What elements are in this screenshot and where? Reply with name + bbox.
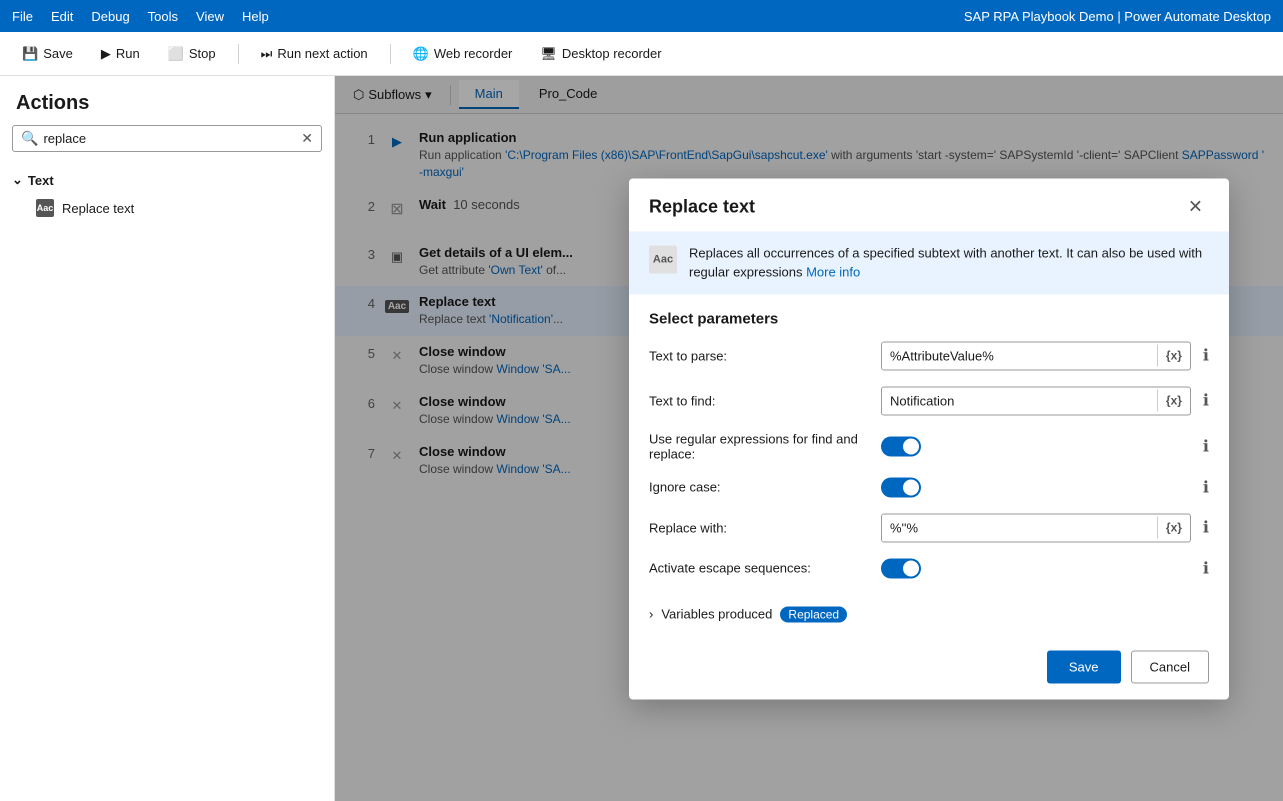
dialog-header: Replace text ✕ [629,178,1229,231]
text-to-find-input[interactable] [882,387,1157,414]
replace-with-info-icon[interactable]: ℹ [1203,518,1209,538]
menu-file[interactable]: File [12,9,33,24]
replace-with-input[interactable] [882,514,1157,541]
ignore-case-toggle[interactable] [881,477,921,497]
variables-chevron-icon: › [649,607,653,622]
menu-tools[interactable]: Tools [148,9,178,24]
run-button[interactable]: ▶ Run [91,41,150,67]
escape-toggle[interactable] [881,558,921,578]
desktop-recorder-button[interactable]: 🖥 Desktop recorder [530,41,671,67]
param-row-escape: Activate escape sequences: ℹ [649,558,1209,578]
save-icon: 💾 [22,46,38,62]
stop-button[interactable]: ⬜ Stop [158,41,226,67]
use-regex-label: Use regular expressions for find and rep… [649,431,869,461]
replace-with-label: Replace with: [649,520,869,535]
replace-with-input-wrap[interactable]: {x} [881,513,1191,542]
text-to-parse-variable-btn[interactable]: {x} [1157,345,1190,367]
section-label: Text [28,173,54,188]
sidebar: Actions 🔍 ✕ ⌄ Text Aac Replace text [0,76,335,801]
clear-search-icon[interactable]: ✕ [301,130,313,147]
search-icon: 🔍 [21,130,38,147]
replace-text-icon: Aac [36,199,54,217]
text-to-find-info-icon[interactable]: ℹ [1203,391,1209,411]
variables-section: › Variables produced Replaced [629,594,1229,634]
toolbar-separator-2 [390,44,391,64]
escape-label: Activate escape sequences: [649,561,869,576]
search-input[interactable] [43,131,301,146]
content-area: ⬡ Subflows ▾ Main Pro_Code 1 ▶ Run appli… [335,76,1283,801]
sidebar-section-header[interactable]: ⌄ Text [12,166,322,194]
desktop-recorder-label: Desktop recorder [562,46,662,61]
text-to-parse-info-icon[interactable]: ℹ [1203,346,1209,366]
run-next-label: Run next action [277,46,367,61]
replace-text-dialog: Replace text ✕ Aac Replaces all occurren… [629,178,1229,699]
use-regex-toggle-wrap [881,436,1191,456]
variables-badge: Replaced [780,606,847,622]
param-row-ignore-case: Ignore case: ℹ [649,477,1209,497]
param-row-text-to-find: Text to find: {x} ℹ [649,386,1209,415]
use-regex-toggle[interactable] [881,436,921,456]
escape-info-icon[interactable]: ℹ [1203,558,1209,578]
title-bar: File Edit Debug Tools View Help SAP RPA … [0,0,1283,32]
sidebar-item-label: Replace text [62,201,134,216]
text-to-find-input-wrap[interactable]: {x} [881,386,1191,415]
run-label: Run [116,46,140,61]
stop-icon: ⬜ [168,46,184,62]
use-regex-info-icon[interactable]: ℹ [1203,436,1209,456]
menu-view[interactable]: View [196,9,224,24]
replace-with-variable-btn[interactable]: {x} [1157,517,1190,539]
variables-label: Variables produced [661,607,772,622]
ignore-case-slider [881,477,921,497]
variables-header[interactable]: › Variables produced Replaced [649,606,1209,622]
search-box[interactable]: 🔍 ✕ [12,125,322,152]
menu-help[interactable]: Help [242,9,269,24]
web-recorder-label: Web recorder [434,46,513,61]
text-to-find-label: Text to find: [649,393,869,408]
save-button[interactable]: 💾 Save [12,41,83,67]
dialog-cancel-button[interactable]: Cancel [1131,650,1209,683]
dialog-save-button[interactable]: Save [1047,650,1121,683]
run-icon: ▶ [101,46,111,62]
dialog-body: Text to parse: {x} ℹ Text to find: {x} ℹ [629,341,1229,578]
dialog-info-text: Replaces all occurrences of a specified … [689,243,1209,282]
desktop-recorder-icon: 🖥 [540,46,557,62]
dialog-info-bar: Aac Replaces all occurrences of a specif… [629,231,1229,294]
save-label: Save [43,46,73,61]
param-row-use-regex: Use regular expressions for find and rep… [649,431,1209,461]
web-recorder-button[interactable]: 🌐 Web recorder [403,41,523,67]
web-recorder-icon: 🌐 [413,46,429,62]
ignore-case-info-icon[interactable]: ℹ [1203,477,1209,497]
menu-debug[interactable]: Debug [91,9,129,24]
text-to-parse-input[interactable] [882,342,1157,369]
stop-label: Stop [189,46,216,61]
more-info-link[interactable]: More info [806,265,860,280]
run-next-icon: ⏭ [261,46,273,62]
dialog-params-title: Select parameters [629,310,1229,341]
ignore-case-toggle-wrap [881,477,1191,497]
menu-bar[interactable]: File Edit Debug Tools View Help [12,9,269,24]
dialog-footer: Save Cancel [629,634,1229,699]
chevron-down-icon: ⌄ [12,172,23,188]
use-regex-slider [881,436,921,456]
ignore-case-label: Ignore case: [649,480,869,495]
sidebar-section-text: ⌄ Text Aac Replace text [0,162,334,226]
app-title: SAP RPA Playbook Demo | Power Automate D… [964,9,1271,24]
param-row-replace-with: Replace with: {x} ℹ [649,513,1209,542]
param-row-text-to-parse: Text to parse: {x} ℹ [649,341,1209,370]
dialog-close-button[interactable]: ✕ [1182,194,1209,219]
dialog-info-action-icon: Aac [649,245,677,273]
sidebar-item-replace-text[interactable]: Aac Replace text [12,194,322,222]
text-to-find-variable-btn[interactable]: {x} [1157,390,1190,412]
run-next-button[interactable]: ⏭ Run next action [251,41,378,67]
menu-edit[interactable]: Edit [51,9,73,24]
sidebar-title: Actions [0,76,334,125]
escape-slider [881,558,921,578]
escape-toggle-wrap [881,558,1191,578]
toolbar: 💾 Save ▶ Run ⬜ Stop ⏭ Run next action 🌐 … [0,32,1283,76]
toolbar-separator-1 [238,44,239,64]
dialog-title: Replace text [649,196,755,217]
main-layout: Actions 🔍 ✕ ⌄ Text Aac Replace text ⬡ Su… [0,76,1283,801]
text-to-parse-label: Text to parse: [649,348,869,363]
text-to-parse-input-wrap[interactable]: {x} [881,341,1191,370]
